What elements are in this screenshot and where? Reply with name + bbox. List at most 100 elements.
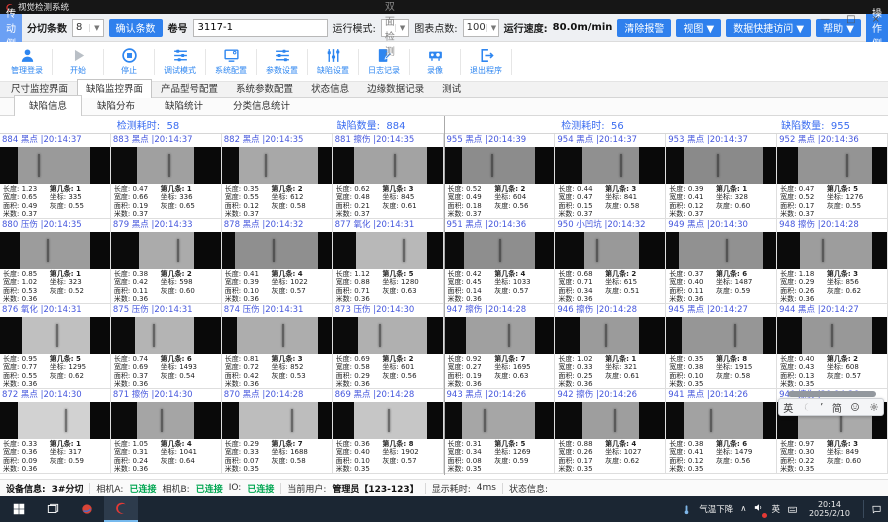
defect-cell[interactable]: 945 黑点 |20:14:27长度: 0.35宽度: 0.38面积: 0.10… — [666, 304, 777, 389]
defect-cell[interactable]: 941 黑点 |20:14:26长度: 0.38宽度: 0.41面积: 0.12… — [666, 389, 777, 474]
moon-icon[interactable] — [802, 402, 812, 412]
maximize-button[interactable]: □ — [846, 14, 855, 26]
defect-thumbnail[interactable] — [666, 317, 776, 354]
hidden-icons-caret[interactable]: ∧ — [740, 504, 746, 514]
defect-cell[interactable]: 951 黑点 |20:14:36长度: 0.42宽度: 0.45面积: 0.14… — [445, 219, 556, 304]
toolbtn-defect-settings[interactable]: 缺陷设置 — [308, 43, 358, 81]
tab-main-4[interactable]: 状态信息 — [302, 79, 358, 97]
defect-thumbnail[interactable] — [555, 402, 665, 439]
ime-drag-handle[interactable] — [788, 391, 876, 397]
ime-punctuation-toggle[interactable]: ’ — [820, 402, 823, 413]
defect-cell[interactable]: 872 黑点 |20:14:30长度: 0.33宽度: 0.36面积: 0.09… — [0, 389, 111, 474]
volume-button[interactable] — [753, 502, 764, 516]
defect-cell[interactable]: 884 黑点 |20:14:37长度: 1.23宽度: 0.65面积: 0.49… — [0, 134, 111, 219]
toolbtn-param-settings[interactable]: 参数设置 — [257, 43, 307, 81]
clear-alarm-button[interactable]: 清除报警 — [617, 19, 671, 37]
gear-icon[interactable] — [869, 402, 879, 412]
weather-text[interactable]: 气温下降 — [699, 503, 733, 515]
toolbtn-debug-mode[interactable]: 调试模式 — [155, 43, 205, 81]
tab-main-6[interactable]: 测试 — [433, 79, 470, 97]
view-menu-button[interactable]: 视图 ▼ — [676, 19, 721, 37]
defect-thumbnail[interactable] — [0, 232, 110, 269]
start-button[interactable] — [2, 496, 36, 522]
defect-thumbnail[interactable] — [222, 402, 332, 439]
tab-sub-1[interactable]: 缺陷分布 — [82, 95, 150, 115]
browser-app-button[interactable] — [70, 496, 104, 522]
defect-cell[interactable]: 950 小凹坑 |20:14:32长度: 0.68宽度: 0.71面积: 0.3… — [555, 219, 666, 304]
defect-cell[interactable]: 944 黑点 |20:14:27长度: 0.40宽度: 0.43面积: 0.13… — [777, 304, 888, 389]
defect-thumbnail[interactable] — [445, 147, 555, 184]
defect-cell[interactable]: 876 氧化 |20:14:31长度: 0.95宽度: 0.77面积: 0.55… — [0, 304, 111, 389]
task-view-button[interactable] — [36, 496, 70, 522]
smiley-icon[interactable] — [850, 402, 860, 412]
inspection-app-button[interactable] — [104, 496, 138, 522]
defect-thumbnail[interactable] — [445, 232, 555, 269]
defect-thumbnail[interactable] — [666, 147, 776, 184]
defect-cell[interactable]: 955 黑点 |20:14:39长度: 0.52宽度: 0.49面积: 0.18… — [445, 134, 556, 219]
defect-cell[interactable]: 882 黑点 |20:14:35长度: 0.35宽度: 0.55面积: 0.12… — [222, 134, 333, 219]
defect-thumbnail[interactable] — [777, 317, 887, 354]
input-language-button[interactable]: 英 — [771, 503, 780, 515]
chart-points-select[interactable]: 100▼ — [463, 19, 499, 37]
defect-cell[interactable]: 943 黑点 |20:14:26长度: 0.31宽度: 0.34面积: 0.08… — [445, 389, 556, 474]
touch-keyboard-icon[interactable] — [787, 504, 798, 515]
defect-thumbnail[interactable] — [222, 232, 332, 269]
toolbtn-stop[interactable]: 停止 — [104, 43, 154, 81]
defect-thumbnail[interactable] — [666, 232, 776, 269]
defect-cell[interactable]: 952 黑点 |20:14:36长度: 0.47宽度: 0.52面积: 0.17… — [777, 134, 888, 219]
defect-thumbnail[interactable] — [333, 147, 443, 184]
defect-cell[interactable]: 946 擦伤 |20:14:28长度: 1.02宽度: 0.33面积: 0.25… — [555, 304, 666, 389]
roll-number-input[interactable] — [193, 19, 328, 37]
defect-cell[interactable]: 954 黑点 |20:14:37长度: 0.44宽度: 0.47面积: 0.15… — [555, 134, 666, 219]
defect-cell[interactable]: 877 氧化 |20:14:31长度: 1.12宽度: 0.88面积: 0.71… — [333, 219, 444, 304]
defect-thumbnail[interactable] — [0, 402, 110, 439]
tab-sub-0[interactable]: 缺陷信息 — [14, 95, 82, 116]
toolbtn-system-config[interactable]: 系统配置 — [206, 43, 256, 81]
defect-cell[interactable]: 883 黑点 |20:14:37长度: 0.47宽度: 0.66面积: 0.19… — [111, 134, 222, 219]
toolbtn-start[interactable]: 开始 — [53, 43, 103, 81]
close-button[interactable]: × — [872, 14, 880, 26]
defect-thumbnail[interactable] — [333, 232, 443, 269]
defect-thumbnail[interactable] — [555, 317, 665, 354]
defect-cell[interactable]: 870 黑点 |20:14:28长度: 0.29宽度: 0.33面积: 0.07… — [222, 389, 333, 474]
defect-thumbnail[interactable] — [445, 402, 555, 439]
data-access-menu-button[interactable]: 数据快捷访问 ▼ — [726, 19, 811, 37]
defect-thumbnail[interactable] — [0, 147, 110, 184]
defect-cell[interactable]: 873 压伤 |20:14:30长度: 0.69宽度: 0.58面积: 0.29… — [333, 304, 444, 389]
defect-cell[interactable]: 881 擦伤 |20:14:35长度: 0.62宽度: 0.48面积: 0.21… — [333, 134, 444, 219]
action-center-icon[interactable] — [871, 504, 882, 515]
minimize-button[interactable]: — — [820, 14, 830, 26]
defect-cell[interactable]: 874 压伤 |20:14:31长度: 0.81宽度: 0.72面积: 0.42… — [222, 304, 333, 389]
defect-thumbnail[interactable] — [222, 147, 332, 184]
defect-thumbnail[interactable] — [777, 147, 887, 184]
defect-cell[interactable]: 942 擦伤 |20:14:26长度: 0.88宽度: 0.26面积: 0.17… — [555, 389, 666, 474]
toolbtn-exit-program[interactable]: 退出程序 — [461, 43, 511, 81]
tab-sub-2[interactable]: 缺陷统计 — [150, 95, 218, 115]
defect-thumbnail[interactable] — [555, 147, 665, 184]
defect-cell[interactable]: 880 压伤 |20:14:35长度: 0.85宽度: 1.02面积: 0.53… — [0, 219, 111, 304]
toolbtn-video-record[interactable]: 录像 — [410, 43, 460, 81]
defect-cell[interactable]: 948 擦伤 |20:14:28长度: 1.18宽度: 0.29面积: 0.26… — [777, 219, 888, 304]
defect-cell[interactable]: 871 擦伤 |20:14:30长度: 1.05宽度: 0.31面积: 0.24… — [111, 389, 222, 474]
clock[interactable]: 20:14 2025/2/10 — [805, 500, 854, 518]
defect-cell[interactable]: 878 黑点 |20:14:32长度: 0.41宽度: 0.39面积: 0.10… — [222, 219, 333, 304]
defect-cell[interactable]: 947 擦伤 |20:14:28长度: 0.92宽度: 0.27面积: 0.19… — [445, 304, 556, 389]
tab-sub-3[interactable]: 分类信息统计 — [218, 95, 305, 115]
tab-main-5[interactable]: 边缘数据记录 — [358, 79, 433, 97]
run-mode-select[interactable]: 双面检测▼ — [381, 19, 409, 37]
split-count-select[interactable]: 8▼ — [72, 19, 104, 37]
defect-thumbnail[interactable] — [555, 232, 665, 269]
ime-simplified-toggle[interactable]: 简 — [832, 400, 842, 415]
defect-thumbnail[interactable] — [666, 402, 776, 439]
defect-cell[interactable]: 953 黑点 |20:14:37长度: 0.39宽度: 0.41面积: 0.12… — [666, 134, 777, 219]
defect-cell[interactable]: 879 黑点 |20:14:33长度: 0.38宽度: 0.42面积: 0.11… — [111, 219, 222, 304]
defect-cell[interactable]: 875 压伤 |20:14:31长度: 0.74宽度: 0.69面积: 0.37… — [111, 304, 222, 389]
defect-thumbnail[interactable] — [445, 317, 555, 354]
defect-thumbnail[interactable] — [333, 317, 443, 354]
defect-thumbnail[interactable] — [222, 317, 332, 354]
defect-cell[interactable]: 869 黑点 |20:14:28长度: 0.36宽度: 0.40面积: 0.10… — [333, 389, 444, 474]
ime-language-toggle[interactable]: 英 — [783, 400, 793, 415]
defect-thumbnail[interactable] — [0, 317, 110, 354]
confirm-count-button[interactable]: 确认条数 — [109, 19, 163, 37]
drive-side-button[interactable]: 传动侧 — [0, 14, 22, 42]
